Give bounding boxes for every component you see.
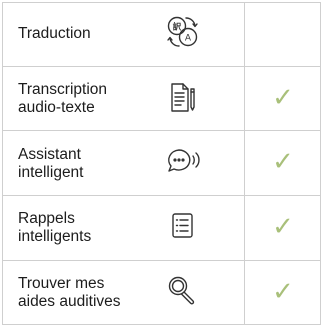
- available-check-icon: ✓: [272, 277, 294, 307]
- search-icon: [164, 272, 202, 310]
- feature-label: Rappels intelligents: [18, 210, 92, 245]
- assistant-icon: [164, 143, 202, 181]
- available-check-icon: ✓: [272, 147, 294, 177]
- feature-label: Transcription audio-texte: [18, 81, 108, 116]
- table-border-bottom: [2, 324, 321, 325]
- transcription-icon: [164, 79, 202, 117]
- feature-label: Traduction: [18, 25, 91, 42]
- table-row-traduction: Traduction 訳 A: [2, 2, 321, 66]
- table-row-find-hearing-aids: Trouver mes aides auditives ✓: [2, 260, 321, 324]
- table-row-assistant: Assistant intelligent ✓: [2, 130, 321, 194]
- table-row-transcription: Transcription audio-texte ✓: [2, 66, 321, 130]
- available-check-icon: ✓: [272, 212, 294, 242]
- feature-label: Assistant intelligent: [18, 146, 84, 181]
- table-row-reminders: Rappels intelligents ✓: [2, 195, 321, 259]
- reminders-icon: [164, 208, 202, 246]
- available-check-icon: ✓: [272, 83, 294, 113]
- feature-table: Traduction 訳 A Transcription audio-texte: [2, 2, 321, 325]
- svg-text:訳: 訳: [173, 22, 182, 33]
- svg-text:A: A: [185, 34, 192, 44]
- translate-icon: 訳 A: [164, 13, 202, 51]
- feature-label: Trouver mes aides auditives: [18, 275, 121, 310]
